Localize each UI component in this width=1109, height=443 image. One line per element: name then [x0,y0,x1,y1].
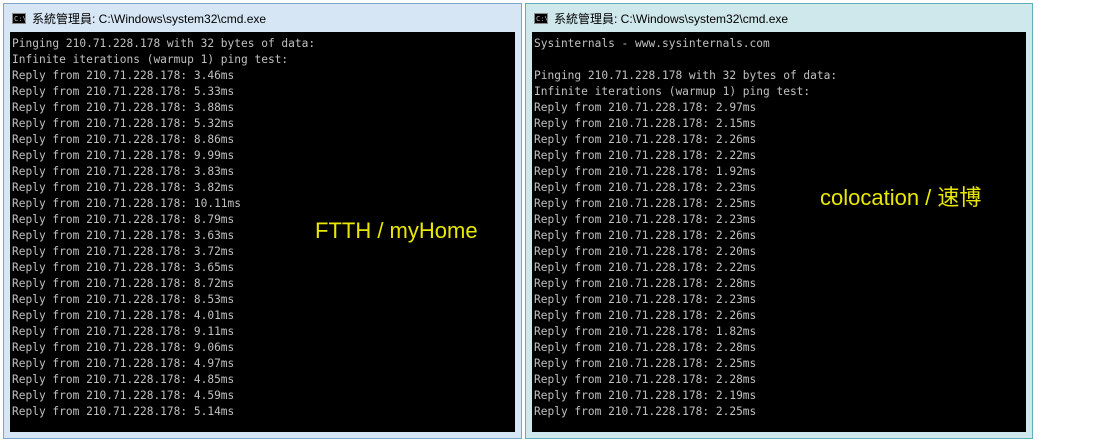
console-line: Reply from 210.71.228.178: 2.22ms [534,261,757,274]
console-line: Reply from 210.71.228.178: 2.23ms [534,213,757,226]
console-line: Pinging 210.71.228.178 with 32 bytes of … [12,37,316,50]
console-line: Infinite iterations (warmup 1) ping test… [12,53,289,66]
console-line: Infinite iterations (warmup 1) ping test… [534,85,811,98]
console-line: Reply from 210.71.228.178: 3.72ms [12,245,235,258]
console-line: Reply from 210.71.228.178: 2.26ms [534,229,757,242]
console-line: Reply from 210.71.228.178: 1.92ms [534,165,757,178]
console-line: Reply from 210.71.228.178: 2.97ms [534,101,757,114]
console-line: Reply from 210.71.228.178: 4.01ms [12,309,235,322]
console-line: Reply from 210.71.228.178: 3.83ms [12,165,235,178]
console-line: Reply from 210.71.228.178: 3.82ms [12,181,235,194]
console-line: Reply from 210.71.228.178: 9.06ms [12,341,235,354]
console-line: Reply from 210.71.228.178: 4.97ms [12,357,235,370]
console-line: Reply from 210.71.228.178: 2.19ms [534,389,757,402]
console-line: Reply from 210.71.228.178: 2.28ms [534,277,757,290]
console-line: Reply from 210.71.228.178: 2.25ms [534,357,757,370]
console-line: Reply from 210.71.228.178: 10.11ms [12,197,242,210]
console-line: Reply from 210.71.228.178: 5.32ms [12,117,235,130]
console-line: Reply from 210.71.228.178: 5.14ms [12,405,235,418]
console-line: Pinging 210.71.228.178 with 32 bytes of … [534,69,838,82]
console-line: Reply from 210.71.228.178: 8.72ms [12,277,235,290]
console-lines: Sysinternals - www.sysinternals.com Pingi… [534,36,1024,420]
console-line: Reply from 210.71.228.178: 2.15ms [534,117,757,130]
console-line: Reply from 210.71.228.178: 2.28ms [534,341,757,354]
console-line: Reply from 210.71.228.178: 4.85ms [12,373,235,386]
console-line: Reply from 210.71.228.178: 8.53ms [12,293,235,306]
console-line: Reply from 210.71.228.178: 1.82ms [534,325,757,338]
console-line: Reply from 210.71.228.178: 2.25ms [534,405,757,418]
console-line: Reply from 210.71.228.178: 3.46ms [12,69,235,82]
cmd-window-left[interactable]: C:\ 系統管理員: C:\Windows\system32\cmd.exe P… [3,3,522,439]
console-line: Reply from 210.71.228.178: 3.88ms [12,101,235,114]
console-line: Reply from 210.71.228.178: 2.26ms [534,309,757,322]
console-line: Reply from 210.71.228.178: 4.59ms [12,389,235,402]
console-output[interactable]: Pinging 210.71.228.178 with 32 bytes of … [10,32,515,432]
console-line: Reply from 210.71.228.178: 2.22ms [534,149,757,162]
console-line: Sysinternals - www.sysinternals.com [534,37,770,50]
console-line: Reply from 210.71.228.178: 2.28ms [534,373,757,386]
console-line: Reply from 210.71.228.178: 9.99ms [12,149,235,162]
console-output[interactable]: Sysinternals - www.sysinternals.com Pingi… [532,32,1026,432]
cmd-window-right[interactable]: C:\ 系統管理員: C:\Windows\system32\cmd.exe S… [525,3,1033,439]
console-line: Reply from 210.71.228.178: 2.20ms [534,245,757,258]
connection-annotation: FTTH / myHome [315,218,478,243]
console-line: Reply from 210.71.228.178: 2.23ms [534,293,757,306]
console-line: Reply from 210.71.228.178: 2.26ms [534,133,757,146]
console-line: Reply from 210.71.228.178: 3.65ms [12,261,235,274]
console-line: Reply from 210.71.228.178: 9.11ms [12,325,235,338]
connection-annotation: colocation / 速博 [820,185,982,210]
window-title: 系統管理員: C:\Windows\system32\cmd.exe [554,11,789,26]
cmd-icon: C:\ [534,12,549,24]
cmd-icon: C:\ [12,12,27,24]
console-line: Reply from 210.71.228.178: 5.33ms [12,85,235,98]
title-bar[interactable]: C:\ 系統管理員: C:\Windows\system32\cmd.exe [10,4,515,32]
title-bar[interactable]: C:\ 系統管理員: C:\Windows\system32\cmd.exe [532,4,1026,32]
console-line: Reply from 210.71.228.178: 8.86ms [12,133,235,146]
window-title: 系統管理員: C:\Windows\system32\cmd.exe [32,11,267,26]
